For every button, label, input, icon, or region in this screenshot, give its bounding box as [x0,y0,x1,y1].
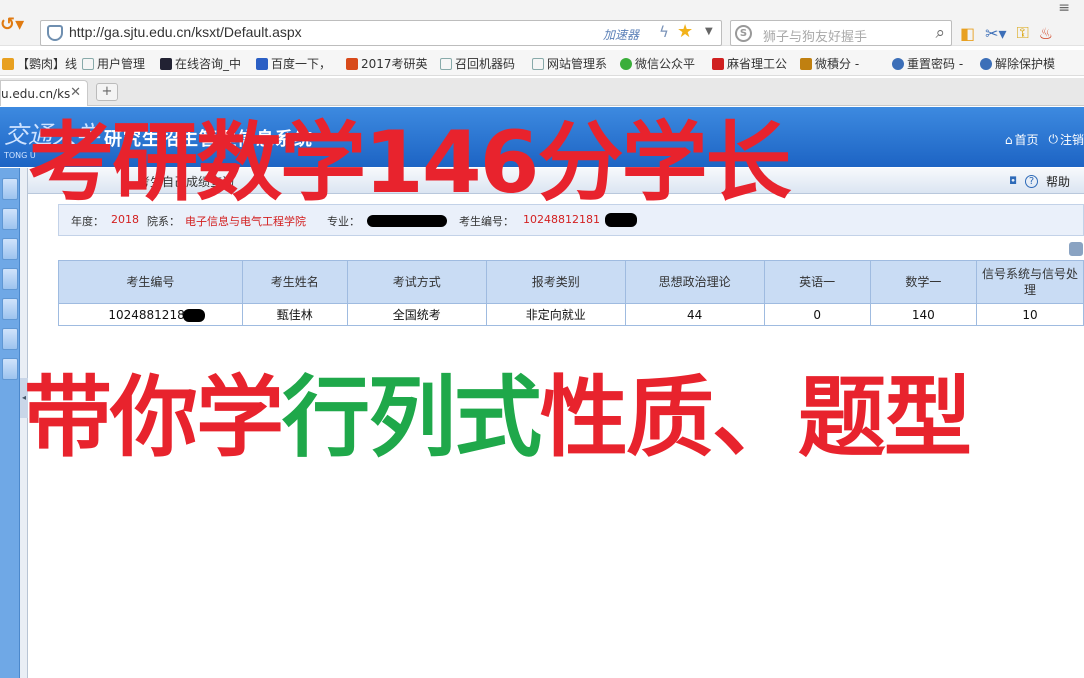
left-sidebar [0,168,20,678]
bookmark-item[interactable]: 重置密码 - [892,55,963,72]
nav-square-icon[interactable]: ◘ [1009,176,1017,187]
tab-title: u.edu.cn/ks [1,87,71,101]
bookmark-item[interactable]: 在线咨询_中 [160,55,241,72]
page-icon [82,57,94,70]
sidebar-button[interactable] [2,178,18,200]
sidebar-button[interactable] [2,238,18,260]
bookmark-item[interactable]: 解除保护模 [980,55,1055,72]
wechat-icon [620,57,632,70]
graduation-cap-icon [160,57,172,70]
tab-strip: u.edu.cn/ks ✕ + [0,78,1084,106]
close-icon[interactable]: ✕ [70,85,81,100]
table-cell: 140 [869,303,977,326]
browser-window: ↺▾ http://ga.sjtu.edu.cn/ksxt/Default.as… [0,0,1084,678]
page-icon [532,57,544,70]
search-placeholder[interactable]: 狮子与狗友好握手 [763,26,867,45]
bookmark-item[interactable]: 微積分 - [800,55,859,72]
search-engine-icon[interactable]: S [735,25,752,42]
extension-icon[interactable]: ◧ [960,24,975,43]
shield-icon [980,57,992,70]
sidebar-button[interactable] [2,298,18,320]
browser-tab[interactable]: u.edu.cn/ks ✕ [0,80,88,106]
shield-icon [892,57,904,70]
back-arrow-icon[interactable]: ↺▾ [0,14,24,35]
page-icon [440,57,452,70]
bookmark-item[interactable]: 【鹦肉】线 [2,55,77,72]
baidu-paw-icon [256,57,268,70]
column-header: 考生编号 [58,260,243,304]
bookmark-item[interactable]: 2017考研英 [346,55,428,72]
site-icon [800,57,812,70]
chevron-down-icon[interactable]: ▼ [705,26,713,37]
table-cell: 非定向就业 [485,303,626,326]
accelerator-label[interactable]: 加速器 [603,26,639,43]
table-cell: 全国统考 [346,303,487,326]
tools-icon[interactable]: ✂▾ [985,24,1006,43]
lightning-icon[interactable]: ϟ [659,23,669,41]
bookmark-item[interactable]: 网站管理系 [532,55,607,72]
menu-icon[interactable]: ≡ [1058,0,1070,16]
address-toolbar: ↺▾ http://ga.sjtu.edu.cn/ksxt/Default.as… [0,0,1084,46]
table-cell: 0 [763,303,871,326]
help-icon[interactable]: ? [1024,175,1038,188]
table-cell: 甄佳林 [241,303,348,326]
sidebar-button[interactable] [2,328,18,350]
column-header: 英语一 [763,260,871,304]
folder-icon [2,57,14,70]
score-table: 考生编号 考生姓名 考试方式 报考类别 思想政治理论 英语一 数学一 信号系统与… [58,260,1084,326]
overlay-text-red: 性质、题型 [540,366,972,469]
site-icon [712,57,724,70]
table-cell: 10248812181 [58,303,243,326]
overlay-subheadline: 带你学行列式性质、题型 [24,362,972,474]
plugin-icon[interactable]: ♨ [1039,24,1053,43]
table-row: 10248812181 甄佳林 全国统考 非定向就业 44 0 140 10 [58,303,1084,326]
overlay-headline: 考研数学146分学长 [28,113,792,213]
security-shield-icon [47,25,63,41]
print-icon[interactable] [1069,242,1083,256]
bookmarks-bar: 【鹦肉】线 用户管理 在线咨询_中 百度一下， 2017考研英 召回机器码 网站… [0,50,1084,76]
column-header: 数学一 [869,260,977,304]
sidebar-button[interactable] [2,268,18,290]
home-icon: ⌂ [1004,132,1013,147]
overlay-text-green: 行列式 [282,366,542,469]
column-header: 考试方式 [346,260,487,304]
column-header: 报考类别 [485,260,626,304]
search-box[interactable]: S 狮子与狗友好握手 ⌕ [730,20,952,46]
overlay-text-red: 带你学 [24,366,284,469]
bookmark-item[interactable]: 召回机器码 [440,55,515,72]
table-cell: 10 [975,303,1084,326]
sidebar-button[interactable] [2,208,18,230]
column-header: 思想政治理论 [624,260,765,304]
redaction-mark [183,309,205,322]
favorite-star-icon[interactable]: ★ [677,21,693,42]
power-icon: ⏻ [1048,132,1058,146]
help-link[interactable]: 帮助 [1046,173,1070,190]
address-bar[interactable]: http://ga.sjtu.edu.cn/ksxt/Default.aspx … [40,20,722,46]
column-header: 考生姓名 [241,260,348,304]
bookmark-item[interactable]: 麻省理工公 [712,55,787,72]
url-text[interactable]: http://ga.sjtu.edu.cn/ksxt/Default.aspx [69,24,302,40]
help-area: ◘ ? 帮助 [1009,173,1070,190]
logout-link[interactable]: ⏻ 注销 [1048,131,1084,148]
column-header: 信号系统与信号处理 [975,260,1084,304]
table-header-row: 考生编号 考生姓名 考试方式 报考类别 思想政治理论 英语一 数学一 信号系统与… [58,260,1084,304]
new-tab-button[interactable]: + [96,83,118,101]
sidebar-button[interactable] [2,358,18,380]
search-icon[interactable]: ⌕ [935,23,945,43]
bookmark-item[interactable]: 微信公众平 [620,55,695,72]
bookmark-item[interactable]: 百度一下， [256,55,331,72]
home-link[interactable]: ⌂ 首页 [1005,131,1039,148]
toolbar-icons: ◧ ✂▾ ⚿ ♨ [960,22,1053,44]
header-links: ⌂ 首页 ⏻ 注销 [1005,131,1084,148]
key-icon[interactable]: ⚿ [1017,23,1029,43]
bookmark-item[interactable]: 用户管理 [82,55,145,72]
table-cell: 44 [624,303,765,326]
site-icon [346,57,358,70]
